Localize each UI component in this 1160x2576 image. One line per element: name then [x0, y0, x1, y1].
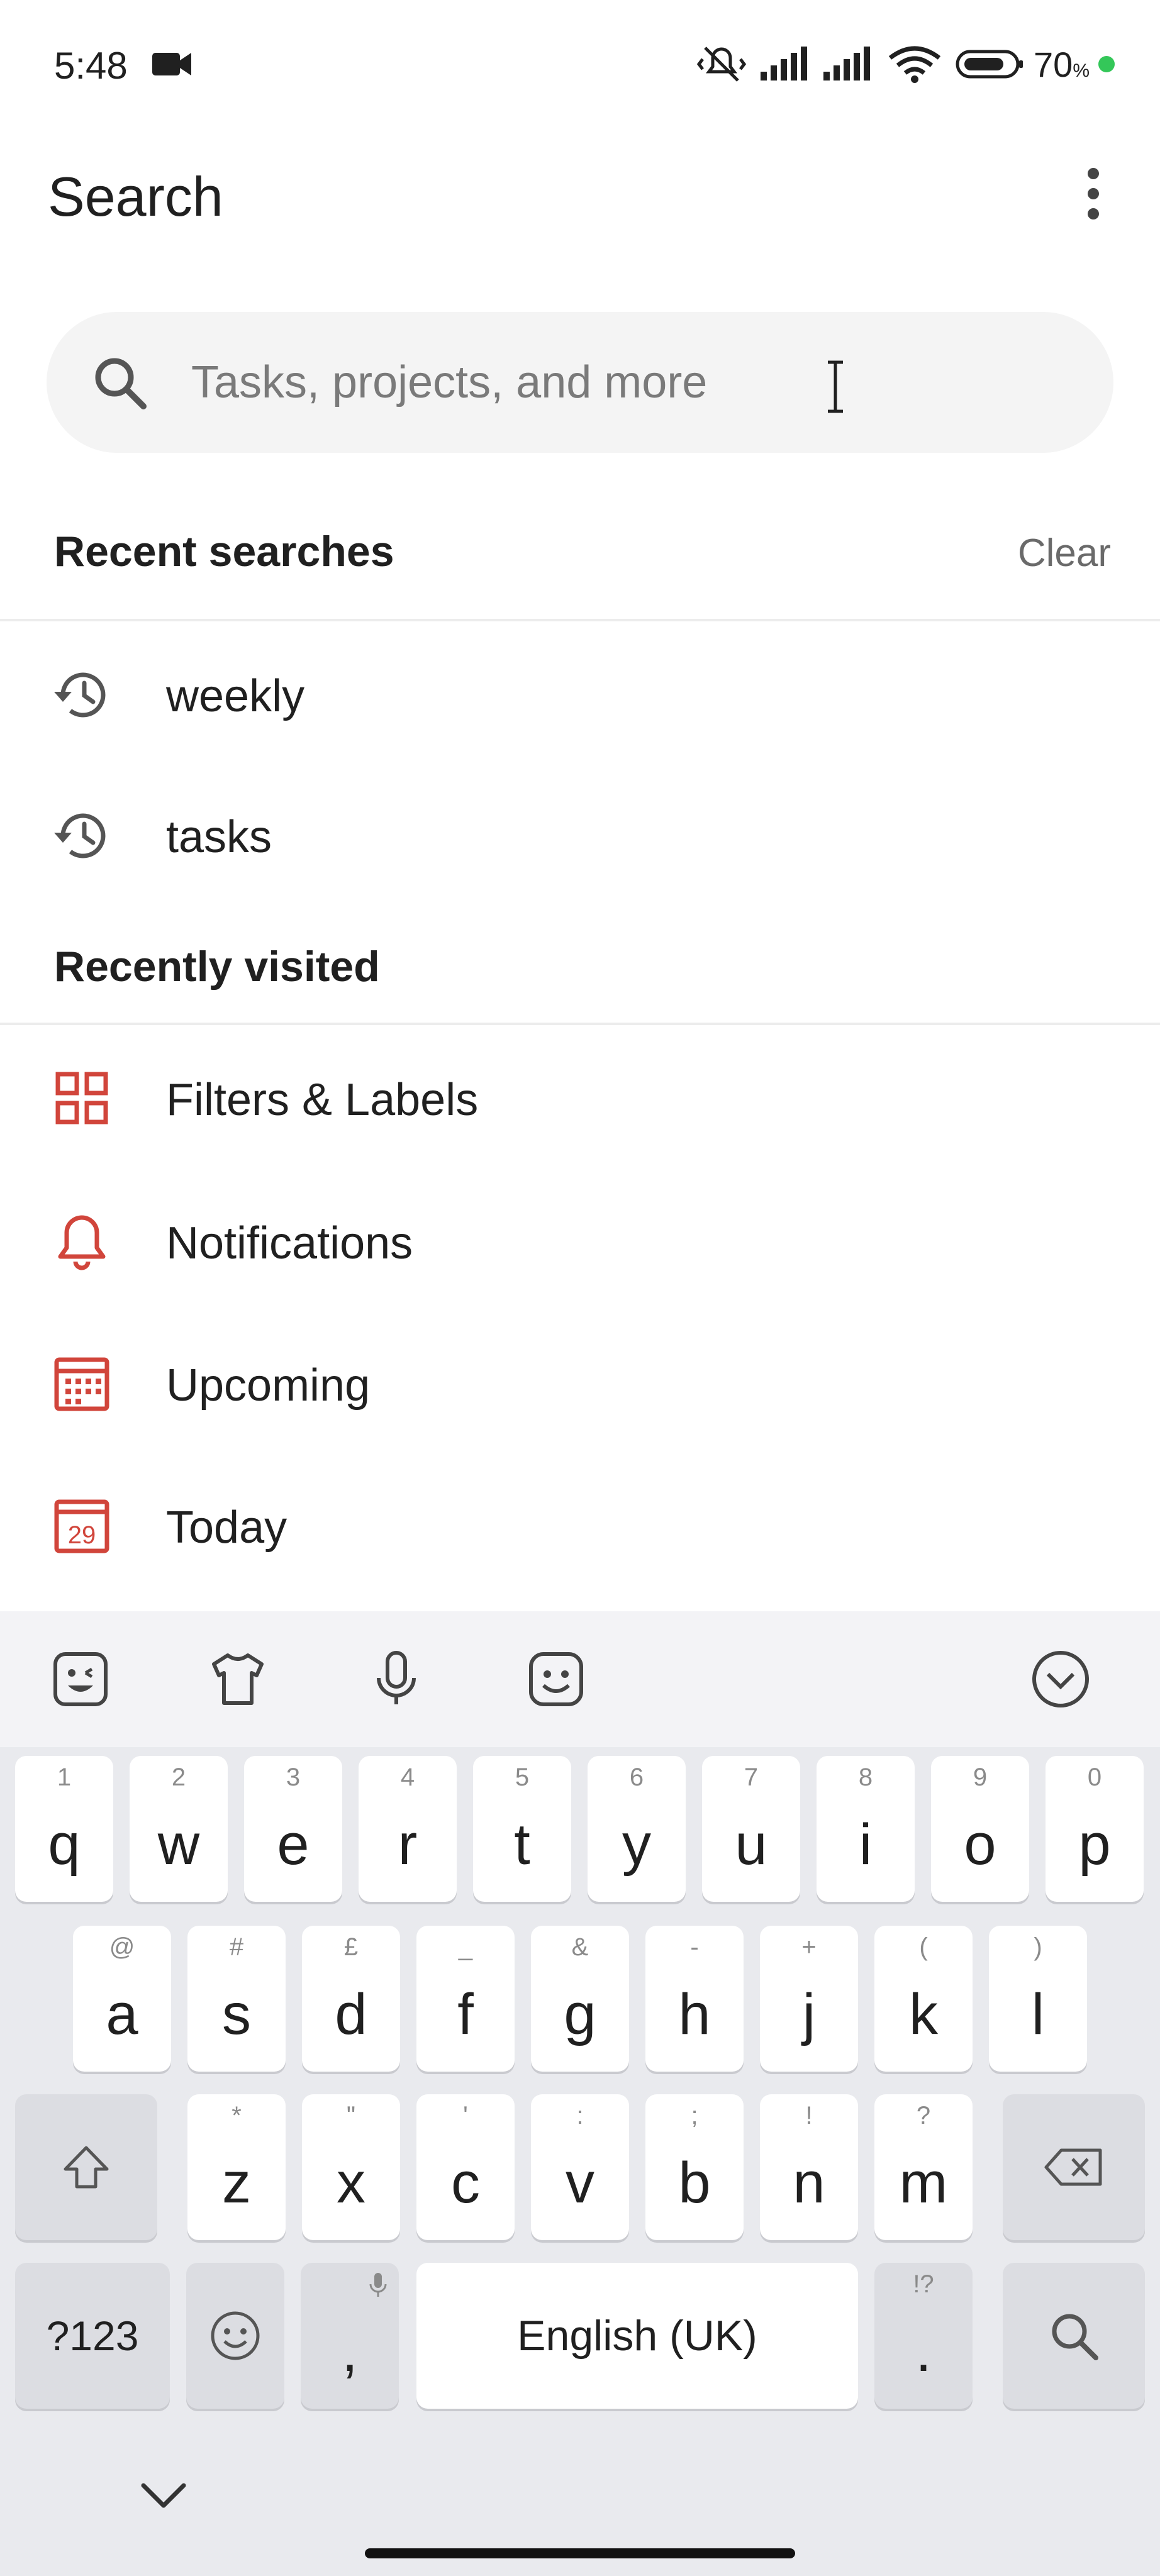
wifi-icon [888, 46, 941, 83]
recently-visited-item-notifications[interactable]: Notifications [0, 1172, 1160, 1311]
key-h[interactable]: -h [645, 1926, 744, 2072]
bell-icon [58, 1215, 106, 1270]
hide-keyboard-icon[interactable] [132, 2472, 195, 2522]
keyboard-toolbar [0, 1611, 1160, 1747]
key-m[interactable]: ? m [874, 2094, 973, 2240]
grid-icon [55, 1072, 108, 1124]
recent-search-label: tasks [166, 812, 272, 862]
key-k[interactable]: (k [874, 1926, 973, 2072]
key-e[interactable]: 3e [244, 1756, 342, 1902]
calendar-today-icon: 29 [54, 1499, 109, 1553]
recently-visited-label: Notifications [166, 1218, 413, 1269]
key-u[interactable]: 7u [702, 1756, 800, 1902]
key-s[interactable]: # s [187, 1926, 286, 2072]
collapse-toolbar-icon[interactable] [1028, 1646, 1093, 1712]
key-b[interactable]: ; b [645, 2094, 744, 2240]
key-f[interactable]: _ f [416, 1926, 515, 2072]
key-o[interactable]: 9o [931, 1756, 1029, 1902]
emoji-key[interactable] [186, 2263, 284, 2409]
mic-hint-icon [369, 2273, 387, 2297]
recent-search-item[interactable]: weekly [0, 625, 1160, 763]
search-action-key[interactable] [1003, 2263, 1145, 2409]
search-icon [95, 358, 147, 409]
calendar-grid-icon [54, 1357, 109, 1411]
comma-key[interactable]: , [301, 2263, 399, 2409]
history-icon [54, 672, 106, 718]
recent-searches-title: Recent searches [54, 528, 394, 575]
more-options-button[interactable] [1069, 162, 1117, 225]
status-icons: 70% [696, 42, 1115, 87]
search-icon [1052, 2314, 1098, 2360]
emoji-icon [211, 2311, 260, 2360]
recent-searches-header: Recent searches Clear [0, 508, 1160, 590]
symbols-key[interactable]: ?123 [15, 2263, 170, 2409]
search-input[interactable] [191, 343, 1072, 421]
backspace-key[interactable] [1003, 2094, 1145, 2240]
sticker-icon[interactable] [48, 1646, 113, 1712]
recently-visited-item-filters-labels[interactable]: Filters & Labels [0, 1029, 1160, 1167]
muted-vibrate-icon [696, 47, 747, 82]
calendar-today-badge: 29 [68, 1521, 96, 1549]
key-d[interactable]: £ d [302, 1926, 400, 2072]
key-q[interactable]: 1q [15, 1756, 113, 1902]
recently-visited-header: Recently visited [0, 923, 1160, 1005]
page-title: Search [48, 165, 223, 228]
soft-keyboard: 1q 2w 3e 4r 5t 6y 7u 8i 9o 0p @ a # s £ d _… [0, 1611, 1160, 2576]
key-g[interactable]: & g [531, 1926, 629, 2072]
key-w[interactable]: 2w [130, 1756, 228, 1902]
key-y[interactable]: 6y [588, 1756, 686, 1902]
key-z[interactable]: * z [187, 2094, 286, 2240]
more-vertical-icon [1088, 168, 1099, 179]
shift-icon [64, 2146, 109, 2189]
shift-key[interactable] [15, 2094, 157, 2240]
battery-icon [956, 50, 1023, 79]
battery-percentage: 70% [1034, 44, 1090, 84]
signal-icon [823, 47, 871, 80]
recently-visited-item-upcoming[interactable]: Upcoming [0, 1314, 1160, 1453]
key-r[interactable]: 4r [359, 1756, 457, 1902]
emoji-face-icon[interactable] [523, 1646, 589, 1712]
privacy-indicator-dot [1098, 56, 1115, 72]
recently-visited-title: Recently visited [54, 943, 380, 991]
divider [0, 1023, 1160, 1025]
key-n[interactable]: ! n [760, 2094, 858, 2240]
period-key[interactable]: !?. [874, 2263, 973, 2409]
microphone-icon[interactable] [364, 1646, 429, 1712]
divider [0, 619, 1160, 621]
recently-visited-label: Today [166, 1502, 287, 1553]
theme-icon[interactable] [205, 1646, 270, 1712]
status-time: 5:48 [54, 45, 128, 87]
key-p[interactable]: 0p [1046, 1756, 1144, 1902]
recent-search-label: weekly [166, 671, 305, 721]
key-j[interactable]: + j [760, 1926, 858, 2072]
history-icon [54, 813, 106, 858]
key-a[interactable]: @ a [73, 1926, 171, 2072]
recently-visited-label: Filters & Labels [166, 1075, 479, 1125]
recently-visited-label: Upcoming [166, 1360, 371, 1411]
space-key[interactable]: English (UK) [416, 2263, 858, 2409]
recent-search-item[interactable]: tasks [0, 766, 1160, 904]
clear-button[interactable]: Clear [1018, 531, 1111, 575]
search-bar[interactable] [47, 312, 1113, 453]
status-bar: 5:48 70% [0, 0, 1160, 132]
video-camera-icon [152, 53, 191, 75]
backspace-icon [1044, 2148, 1102, 2186]
key-t[interactable]: 5t [473, 1756, 571, 1902]
key-v[interactable]: :v [531, 2094, 629, 2240]
recently-visited-item-today[interactable]: 29 Today [0, 1457, 1160, 1595]
signal-icon [761, 47, 808, 80]
home-indicator[interactable] [365, 2548, 795, 2558]
key-l[interactable]: ) l [989, 1926, 1087, 2072]
key-x[interactable]: " x [302, 2094, 400, 2240]
text-cursor-icon [828, 360, 843, 413]
key-i[interactable]: 8i [817, 1756, 915, 1902]
key-c[interactable]: ' c [416, 2094, 515, 2240]
